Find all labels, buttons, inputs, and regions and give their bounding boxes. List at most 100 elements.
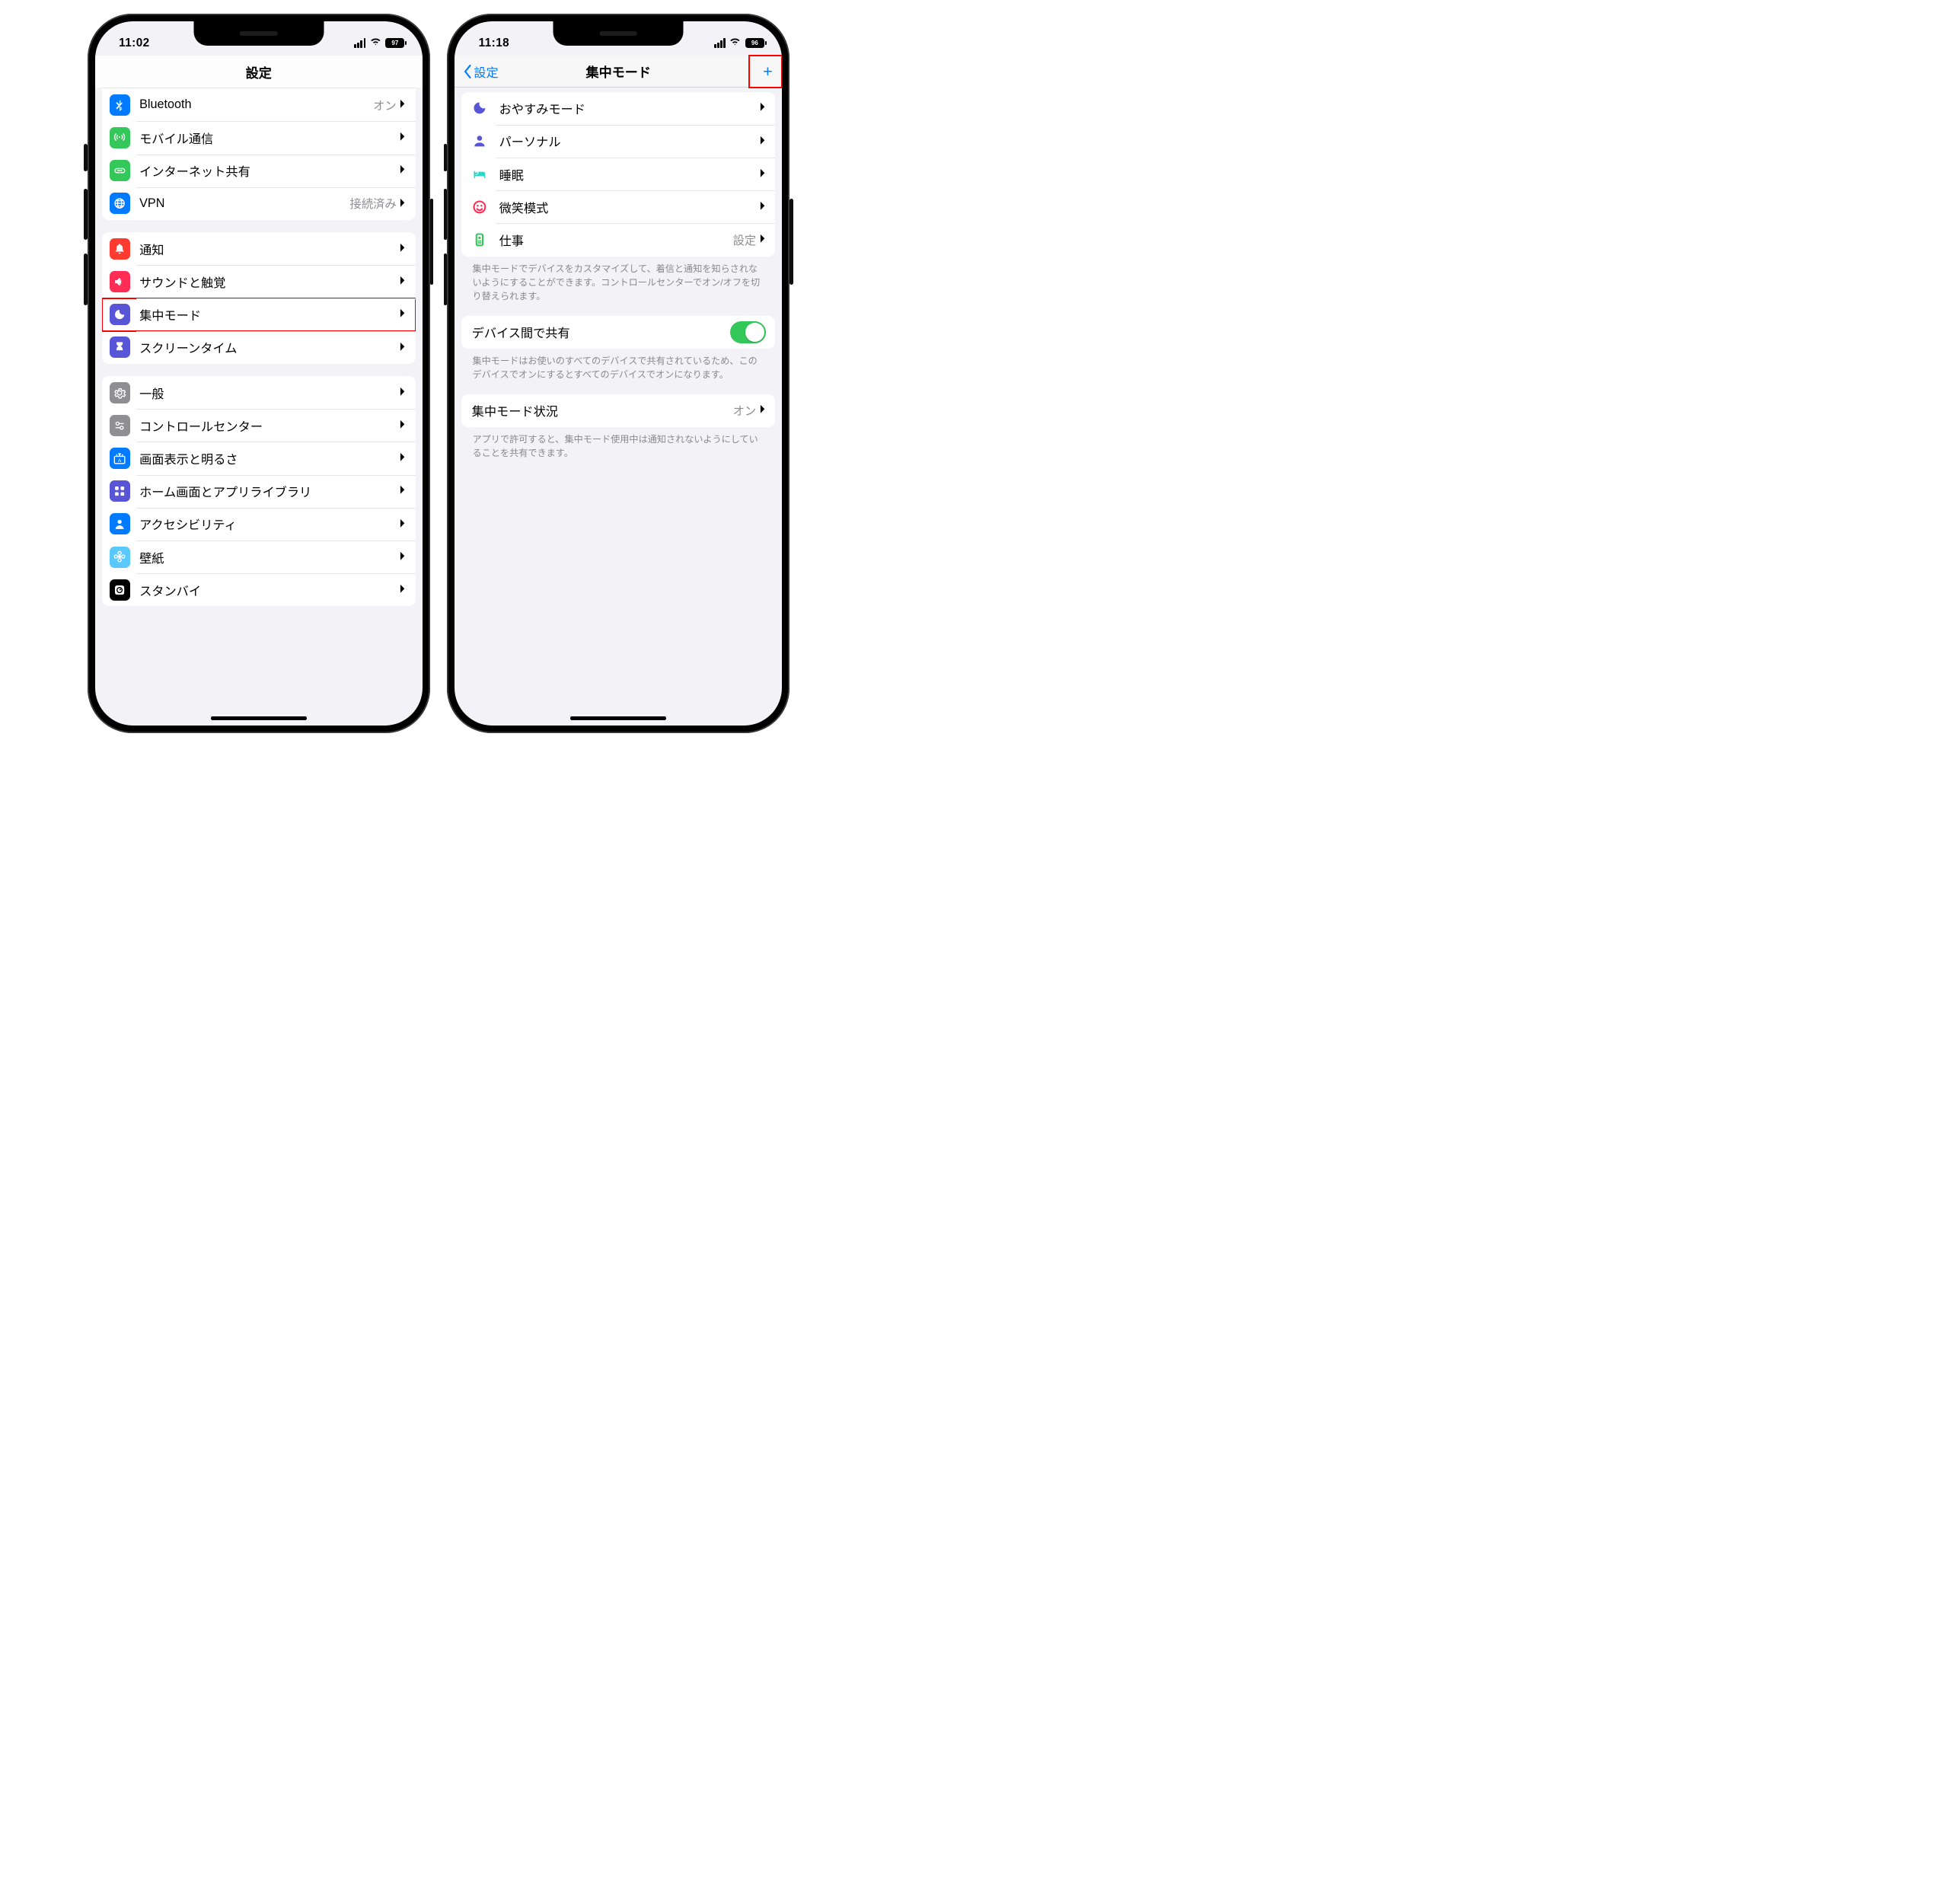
chevron-left-icon bbox=[463, 65, 473, 78]
moon-icon bbox=[110, 304, 131, 325]
sun-icon bbox=[110, 448, 131, 469]
switches-icon bbox=[110, 415, 131, 436]
row-moon-o[interactable]: おやすみモード bbox=[461, 92, 775, 125]
chevron-right-icon bbox=[760, 234, 766, 246]
row-label: アクセシビリティ bbox=[139, 515, 400, 533]
status-icons: 97 bbox=[354, 37, 408, 50]
row-bell[interactable]: 通知 bbox=[102, 232, 416, 265]
row-hourglass[interactable]: スクリーンタイム bbox=[102, 331, 416, 364]
row-label: 一般 bbox=[139, 384, 400, 402]
cell-signal-icon bbox=[714, 38, 726, 48]
row-standby[interactable]: スタンバイ bbox=[102, 573, 416, 606]
status-footer: アプリで許可すると、集中モード使用中は通知されないようにしていることを共有できま… bbox=[461, 427, 775, 461]
settings-group-1: 通知 サウンドと触覚 集中モード スクリーンタイム bbox=[102, 232, 416, 364]
power-button bbox=[430, 199, 434, 285]
status-group: 集中モード状況 オン bbox=[461, 394, 775, 427]
row-sound[interactable]: サウンドと触覚 bbox=[102, 265, 416, 298]
bed-icon bbox=[469, 164, 490, 185]
nav-bar: 設定 bbox=[95, 56, 423, 88]
row-label: 微笑模式 bbox=[499, 198, 760, 216]
focus-modes-group: おやすみモード パーソナル 睡眠 微笑模式 仕事設定 bbox=[461, 92, 775, 257]
chevron-right-icon bbox=[400, 584, 406, 596]
add-button[interactable]: + bbox=[763, 62, 773, 81]
notch bbox=[193, 21, 324, 46]
home-indicator[interactable] bbox=[211, 716, 307, 720]
share-footer: 集中モードはお使いのすべてのデバイスで共有されているため、このデバイスでオンにす… bbox=[461, 349, 775, 382]
settings-group-0: Bluetoothオン モバイル通信 インターネット共有 VPN接続済み bbox=[102, 88, 416, 220]
row-grid[interactable]: ホーム画面とアプリライブラリ bbox=[102, 475, 416, 508]
row-badge[interactable]: 仕事設定 bbox=[461, 223, 775, 256]
row-globe[interactable]: VPN接続済み bbox=[102, 187, 416, 220]
screen-right: 11:18 96 設定 集中モード + おやすみモード パーソナル 睡眠 微笑模… bbox=[455, 21, 782, 726]
row-person[interactable]: アクセシビリティ bbox=[102, 508, 416, 541]
globe-icon bbox=[110, 193, 131, 214]
focus-list[interactable]: おやすみモード パーソナル 睡眠 微笑模式 仕事設定 集中モードでデバイスをカス… bbox=[455, 88, 782, 460]
settings-group-2: 一般 コントロールセンター 画面表示と明るさ ホーム画面とアプリライブラリ アク… bbox=[102, 376, 416, 606]
chevron-right-icon bbox=[760, 102, 766, 114]
nav-bar: 設定 集中モード + bbox=[455, 56, 782, 88]
row-label: 集中モード bbox=[139, 305, 400, 324]
chevron-right-icon bbox=[400, 276, 406, 288]
row-label: インターネット共有 bbox=[139, 161, 400, 180]
battery-icon: 97 bbox=[385, 38, 404, 48]
chevron-right-icon bbox=[760, 136, 766, 148]
wifi-icon bbox=[370, 37, 381, 50]
chevron-right-icon bbox=[400, 198, 406, 210]
row-link[interactable]: インターネット共有 bbox=[102, 155, 416, 187]
moon-o-icon bbox=[469, 97, 490, 119]
status-icons: 96 bbox=[714, 37, 768, 50]
sound-icon bbox=[110, 271, 131, 292]
volume-down bbox=[444, 254, 448, 305]
chevron-right-icon bbox=[400, 551, 406, 563]
chevron-right-icon bbox=[400, 518, 406, 531]
back-label: 設定 bbox=[474, 62, 498, 81]
chevron-right-icon bbox=[760, 404, 766, 416]
chevron-right-icon bbox=[760, 168, 766, 180]
hourglass-icon bbox=[110, 336, 131, 358]
row-label: 画面表示と明るさ bbox=[139, 449, 400, 467]
nav-title: 設定 bbox=[246, 62, 272, 81]
person-icon bbox=[110, 513, 131, 534]
row-label: コントロールセンター bbox=[139, 416, 400, 435]
home-indicator[interactable] bbox=[570, 716, 666, 720]
row-smile[interactable]: 微笑模式 bbox=[461, 190, 775, 223]
standby-icon bbox=[110, 579, 131, 601]
row-label: スクリーンタイム bbox=[139, 338, 400, 356]
grid-icon bbox=[110, 480, 131, 502]
phone-left: 11:02 97 設定 Bluetoothオン モバイル通信 インターネット共有… bbox=[88, 14, 430, 733]
settings-list[interactable]: Bluetoothオン モバイル通信 インターネット共有 VPN接続済み 通知 … bbox=[95, 88, 423, 606]
plus-icon: + bbox=[763, 62, 773, 81]
volume-down bbox=[84, 254, 88, 305]
row-sun[interactable]: 画面表示と明るさ bbox=[102, 442, 416, 474]
phone-right: 11:18 96 設定 集中モード + おやすみモード パーソナル 睡眠 微笑模… bbox=[447, 14, 789, 733]
chevron-right-icon bbox=[400, 308, 406, 321]
chevron-right-icon bbox=[400, 452, 406, 464]
row-label: パーソナル bbox=[499, 132, 760, 150]
status-value: オン bbox=[733, 402, 757, 419]
antenna-icon bbox=[110, 127, 131, 148]
battery-icon: 96 bbox=[745, 38, 764, 48]
row-label: サウンドと触覚 bbox=[139, 273, 400, 291]
row-switches[interactable]: コントロールセンター bbox=[102, 409, 416, 442]
row-person-o[interactable]: パーソナル bbox=[461, 125, 775, 158]
row-bluetooth[interactable]: Bluetoothオン bbox=[102, 88, 416, 121]
row-gear[interactable]: 一般 bbox=[102, 376, 416, 409]
wifi-icon bbox=[729, 37, 741, 50]
back-button[interactable]: 設定 bbox=[463, 62, 499, 81]
row-bed[interactable]: 睡眠 bbox=[461, 158, 775, 190]
row-antenna[interactable]: モバイル通信 bbox=[102, 121, 416, 154]
row-label: おやすみモード bbox=[499, 99, 760, 117]
row-flower[interactable]: 壁紙 bbox=[102, 541, 416, 573]
share-label: デバイス間で共有 bbox=[472, 323, 730, 341]
chevron-right-icon bbox=[400, 342, 406, 354]
share-toggle-on[interactable] bbox=[730, 321, 766, 343]
row-moon[interactable]: 集中モード bbox=[102, 298, 416, 331]
row-label: VPN bbox=[139, 196, 349, 211]
chevron-right-icon bbox=[400, 243, 406, 255]
row-label: 通知 bbox=[139, 240, 400, 258]
bell-icon bbox=[110, 238, 131, 260]
chevron-right-icon bbox=[400, 485, 406, 497]
focus-status-row[interactable]: 集中モード状況 オン bbox=[461, 394, 775, 427]
row-label: Bluetooth bbox=[139, 97, 373, 112]
share-across-devices-row[interactable]: デバイス間で共有 bbox=[461, 316, 775, 349]
